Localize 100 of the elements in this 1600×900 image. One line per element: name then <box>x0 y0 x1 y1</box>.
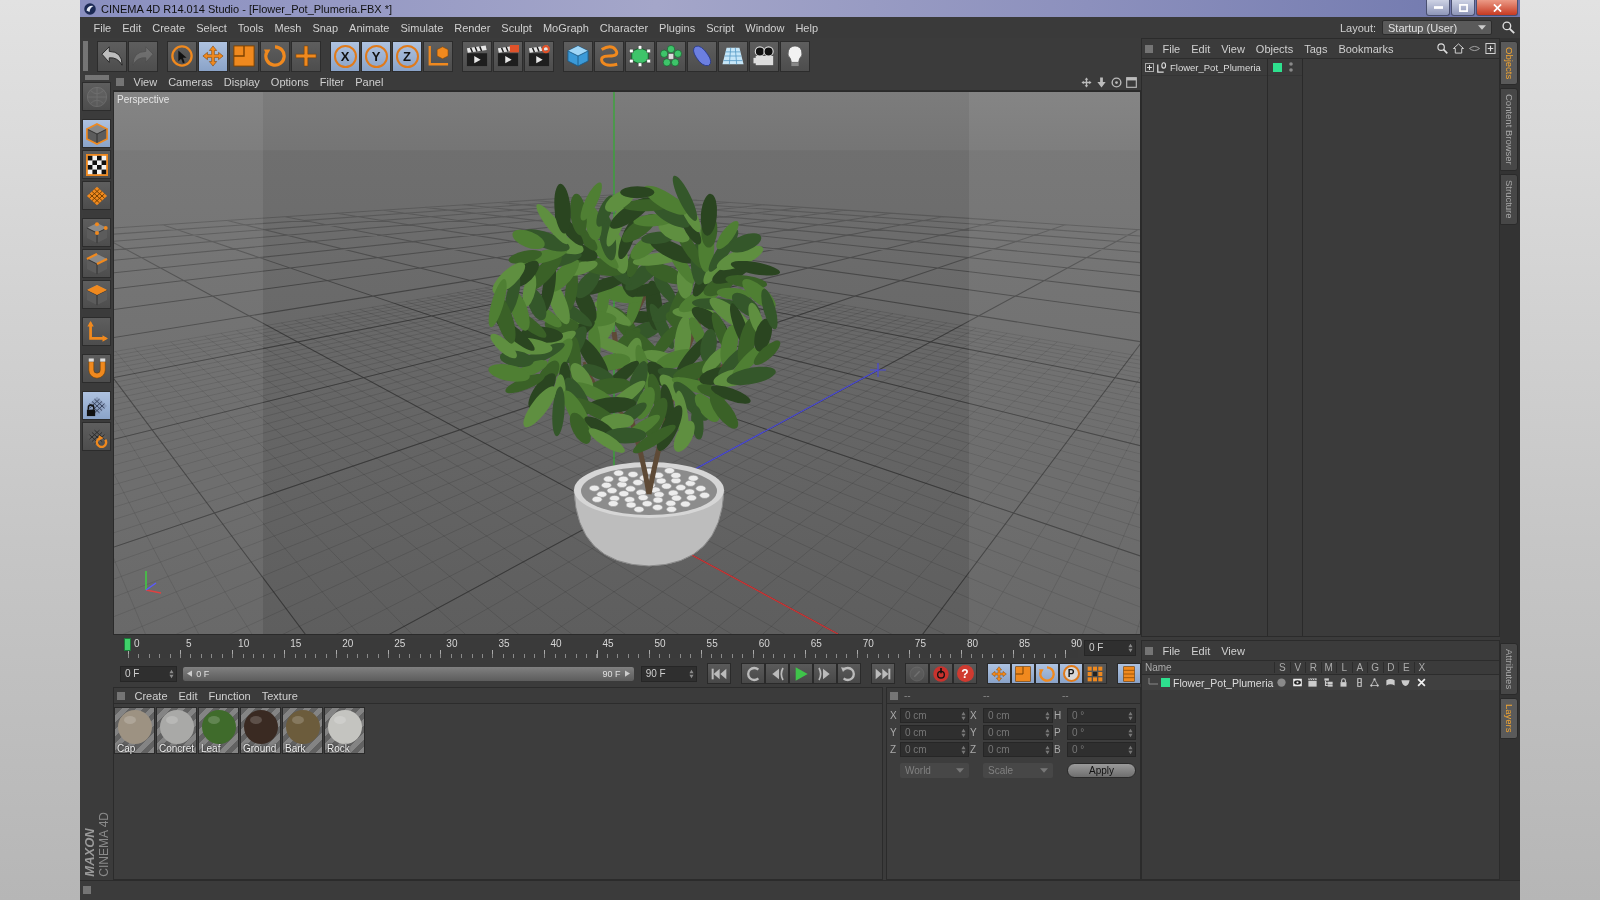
new-panel-icon[interactable] <box>1485 43 1496 54</box>
key-rotation-button[interactable] <box>1035 663 1059 684</box>
scale-tool-button[interactable] <box>229 40 259 72</box>
menu-item[interactable]: Edit <box>1185 42 1216 55</box>
material-tile[interactable]: Ground <box>240 707 281 754</box>
next-frame-button[interactable] <box>813 663 837 684</box>
keyframe-selection-button[interactable]: ? <box>953 663 977 684</box>
padlock-icon[interactable] <box>1339 678 1349 687</box>
floor-button[interactable] <box>718 40 748 72</box>
menu-item[interactable]: View <box>1215 42 1251 55</box>
dot-icon[interactable] <box>1277 678 1287 687</box>
search-icon[interactable] <box>1437 43 1448 54</box>
timeline-button[interactable] <box>1117 663 1141 684</box>
side-tab[interactable]: Structure <box>1500 174 1518 225</box>
menu-item[interactable]: File <box>88 21 117 34</box>
go-to-start-button[interactable] <box>707 663 731 684</box>
subdivision-surface-button[interactable] <box>625 40 655 72</box>
menu-item[interactable]: Plugins <box>653 21 701 34</box>
side-tab[interactable]: Layers <box>1500 698 1518 739</box>
menu-item[interactable]: Script <box>700 21 740 34</box>
spline-button[interactable] <box>594 40 624 72</box>
menu-item[interactable]: Objects <box>1250 42 1299 55</box>
menu-item[interactable]: Character <box>594 21 654 34</box>
edges-mode-button[interactable] <box>82 249 111 278</box>
minimize-button[interactable] <box>1426 0 1450 16</box>
cross-arrows-icon[interactable] <box>1081 76 1092 88</box>
menu-item[interactable]: Animate <box>343 21 395 34</box>
deformer-button[interactable] <box>687 40 717 72</box>
key-parameter-button[interactable]: P <box>1059 663 1083 684</box>
material-tile[interactable]: Rock <box>324 707 365 754</box>
window-icon[interactable] <box>1126 76 1137 88</box>
hierarchy-icon[interactable] <box>1323 678 1333 687</box>
light-button[interactable] <box>780 40 810 72</box>
side-tab[interactable]: Objects <box>1500 41 1518 86</box>
visibility-dots-icon[interactable] <box>1289 62 1293 72</box>
menu-item[interactable]: Window <box>739 21 790 34</box>
menu-item[interactable]: Simulate <box>394 21 449 34</box>
rotate-tool-button[interactable] <box>260 40 290 72</box>
material-tile[interactable]: Bark <box>282 707 323 754</box>
menu-item[interactable]: Tools <box>232 21 269 34</box>
snap-workplane-button[interactable] <box>82 422 111 451</box>
camera-button[interactable] <box>749 40 779 72</box>
menu-item[interactable]: Cameras <box>162 76 219 88</box>
menu-item[interactable]: Mesh <box>269 21 307 34</box>
menu-item[interactable]: File <box>1157 644 1186 657</box>
menu-item[interactable]: Create <box>146 21 191 34</box>
key-point-level-button[interactable] <box>1083 663 1107 684</box>
node-triangle-icon[interactable] <box>1370 678 1380 687</box>
previous-frame-button[interactable] <box>765 663 789 684</box>
texture-mode-button[interactable] <box>82 150 111 179</box>
menu-item[interactable]: View <box>128 76 163 88</box>
menu-item[interactable]: Function <box>203 689 257 702</box>
key-position-button[interactable] <box>987 663 1011 684</box>
polygons-mode-button[interactable] <box>82 280 111 309</box>
render-view-button[interactable] <box>462 40 492 72</box>
next-key-button[interactable] <box>837 663 861 684</box>
menu-item[interactable]: Texture <box>256 689 304 702</box>
eye-icon[interactable] <box>1292 678 1302 687</box>
cube-object-button[interactable] <box>563 40 593 72</box>
menu-item[interactable]: Options <box>265 76 315 88</box>
axis-mode-button[interactable] <box>82 317 111 346</box>
menu-item[interactable]: Help <box>789 21 824 34</box>
bowl-icon[interactable] <box>1401 678 1411 687</box>
eye-outline-icon[interactable] <box>1469 43 1480 54</box>
cross-icon[interactable] <box>1416 678 1426 687</box>
magnet-tool-button[interactable] <box>82 354 111 383</box>
film-strip-icon[interactable] <box>1354 678 1364 687</box>
axis-lock-button[interactable]: Y <box>361 40 391 72</box>
key-scale-button[interactable] <box>1011 663 1035 684</box>
close-button[interactable] <box>1476 0 1518 16</box>
menu-item[interactable]: MoGraph <box>537 21 595 34</box>
cloner-button[interactable] <box>656 40 686 72</box>
menu-item[interactable]: Render <box>448 21 496 34</box>
frame-field[interactable]: 0 F <box>120 665 178 682</box>
menu-item[interactable]: Edit <box>173 689 203 702</box>
home-icon[interactable] <box>1453 43 1464 54</box>
axis-lock-button[interactable]: Z <box>392 40 422 72</box>
move-tool-button[interactable] <box>198 40 228 72</box>
end-frame-field[interactable]: 90 F <box>640 665 697 682</box>
add-tool-button[interactable] <box>291 40 321 72</box>
workplane-mode-button[interactable] <box>82 181 111 210</box>
menu-item[interactable]: Edit <box>116 21 147 34</box>
current-frame-field[interactable]: 0 F <box>1084 639 1136 656</box>
menu-item[interactable]: File <box>1157 42 1186 55</box>
menu-item[interactable]: Snap <box>306 21 344 34</box>
model-mode-button[interactable] <box>82 119 111 148</box>
go-to-end-button[interactable] <box>871 663 895 684</box>
menu-item[interactable]: Display <box>218 76 266 88</box>
render-settings-button[interactable] <box>524 40 554 72</box>
rotate-icon[interactable] <box>1111 76 1122 88</box>
menu-item[interactable]: Edit <box>1185 644 1216 657</box>
menu-item[interactable]: Filter <box>314 76 350 88</box>
bent-box-icon[interactable] <box>1385 678 1395 687</box>
menu-item[interactable]: Create <box>129 689 174 702</box>
undo-button[interactable] <box>97 40 127 72</box>
menu-item[interactable]: Bookmarks <box>1332 42 1399 55</box>
render-to-picture-viewer-button[interactable] <box>493 40 523 72</box>
menu-item[interactable]: Panel <box>349 76 389 88</box>
side-tab[interactable]: Attributes <box>1500 643 1518 696</box>
coordinate-system-button[interactable] <box>423 40 453 72</box>
